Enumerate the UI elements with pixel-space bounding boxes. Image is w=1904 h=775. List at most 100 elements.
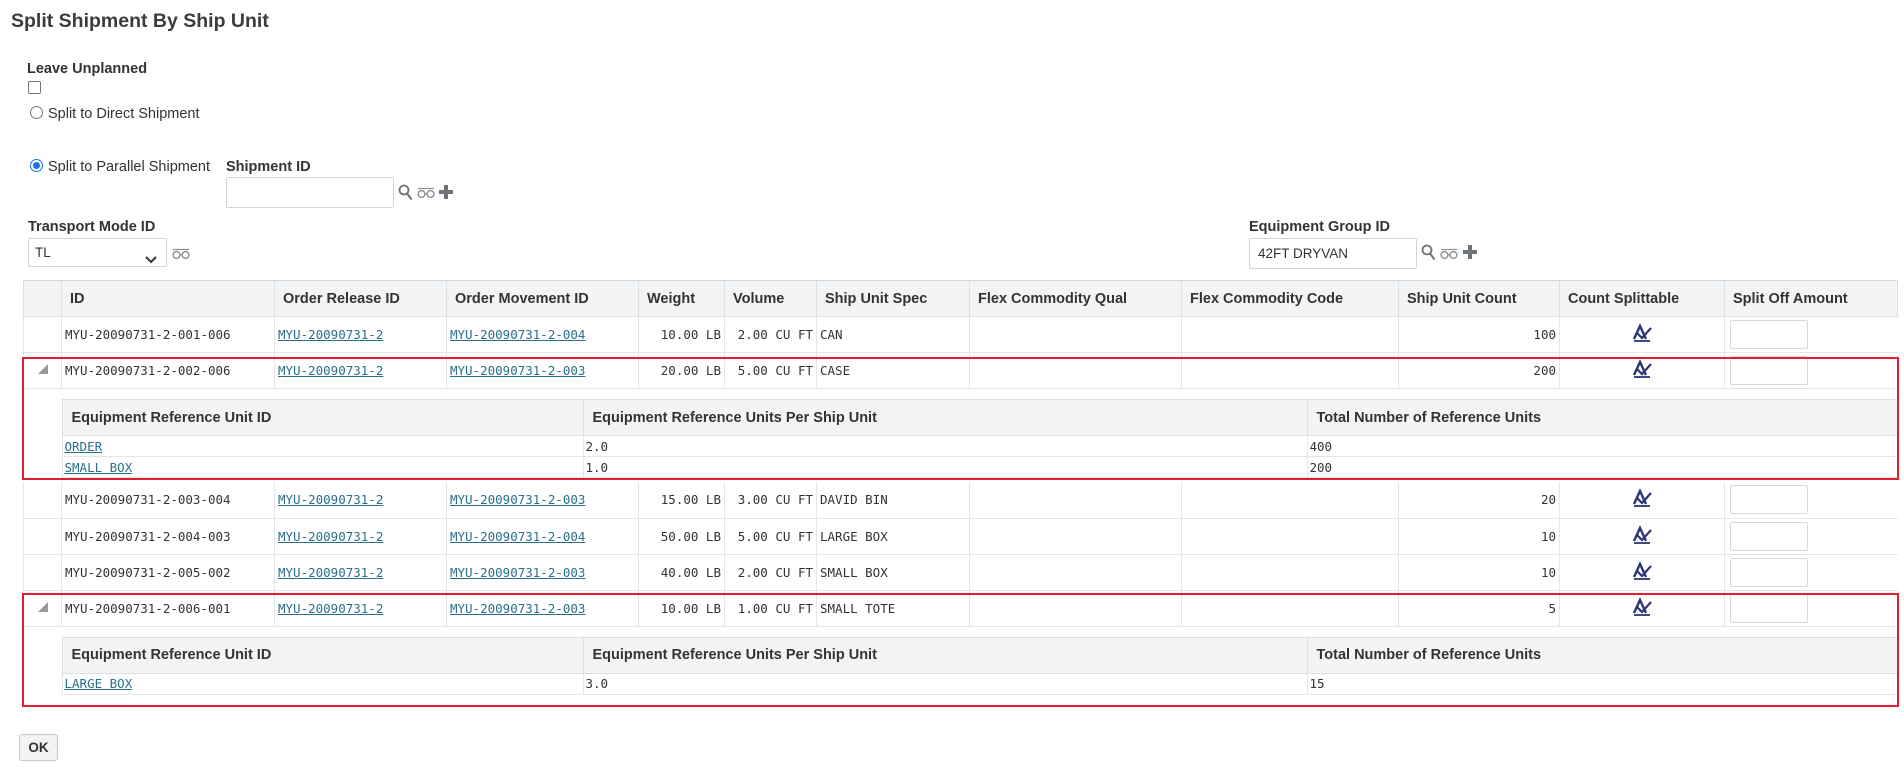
count-splittable-icon[interactable] <box>1631 488 1653 511</box>
weight-cell: 10.00 LB <box>638 590 725 627</box>
order-release-link[interactable]: MYU-20090731-2 <box>278 492 383 507</box>
flex-qual-cell <box>969 554 1182 591</box>
count-splittable-icon[interactable] <box>1631 359 1653 382</box>
order-movement-link[interactable]: MYU-20090731-2-004 <box>450 327 585 342</box>
row-expander[interactable] <box>23 352 62 389</box>
ship-unit-id: MYU-20090731-2-005-002 <box>61 554 275 591</box>
volume-cell: 1.00 CU FT <box>724 590 817 627</box>
ship-unit-spec-cell: SMALL TOTE <box>816 590 970 627</box>
order-movement-link[interactable]: MYU-20090731-2-003 <box>450 363 585 378</box>
order-release-link[interactable]: MYU-20090731-2 <box>278 327 383 342</box>
flex-code-cell <box>1181 482 1399 519</box>
col-equipment-reference-unit-id: Equipment Reference Unit ID <box>61 399 584 436</box>
ship-unit-count-cell: 10 <box>1398 554 1560 591</box>
triangle-expanded-icon[interactable] <box>37 364 49 378</box>
transport-mode-value: TL <box>35 245 51 260</box>
order-release-link[interactable]: MYU-20090731-2 <box>278 601 383 616</box>
table-row: MYU-20090731-2-006-001 MYU-20090731-2 MY… <box>23 590 1898 627</box>
leave-unplanned-checkbox[interactable] <box>28 81 41 94</box>
col-order-release-id[interactable]: Order Release ID <box>274 280 447 317</box>
split-off-cell <box>1724 352 1898 389</box>
col-equipment-reference-unit-id: Equipment Reference Unit ID <box>61 636 584 674</box>
col-order-movement-id[interactable]: Order Movement ID <box>446 280 639 317</box>
ship-unit-spec-cell: DAVID BIN <box>816 482 970 519</box>
col-total-reference-units: Total Number of Reference Units <box>1306 636 1899 674</box>
split-direct-radio[interactable] <box>30 106 43 119</box>
ok-button[interactable]: OK <box>19 734 58 761</box>
shipment-id-input[interactable] <box>226 177 394 208</box>
row-expander[interactable] <box>23 590 62 627</box>
detail-header-row: Equipment Reference Unit ID Equipment Re… <box>61 399 1899 436</box>
col-ship-unit-spec[interactable]: Ship Unit Spec <box>816 280 970 317</box>
equipment-reference-unit-link[interactable]: ORDER <box>65 439 103 454</box>
count-splittable-cell <box>1559 554 1725 591</box>
split-off-amount-input[interactable] <box>1730 485 1808 515</box>
order-release-link[interactable]: MYU-20090731-2 <box>278 565 383 580</box>
magnifier-icon[interactable] <box>1421 244 1436 266</box>
ship-unit-count-cell: 100 <box>1398 316 1560 353</box>
split-off-amount-input[interactable] <box>1730 593 1808 623</box>
col-units-per-ship-unit: Equipment Reference Units Per Ship Unit <box>582 636 1308 674</box>
split-off-amount-input[interactable] <box>1730 320 1808 349</box>
equipment-reference-unit-link[interactable]: LARGE BOX <box>65 676 133 691</box>
list-item: LARGE BOX 3.0 15 <box>61 672 1899 695</box>
ship-unit-id: MYU-20090731-2-001-006 <box>61 316 275 353</box>
split-parallel-radio[interactable] <box>30 159 43 172</box>
col-flex-commodity-code[interactable]: Flex Commodity Code <box>1181 280 1399 317</box>
split-off-amount-input[interactable] <box>1730 356 1808 385</box>
glasses-icon[interactable] <box>172 247 190 265</box>
glasses-icon[interactable] <box>1440 247 1458 265</box>
ship-unit-count-cell: 10 <box>1398 518 1560 555</box>
split-off-cell <box>1724 482 1898 519</box>
total-reference-units-cell: 200 <box>1306 456 1899 478</box>
col-flex-commodity-qual[interactable]: Flex Commodity Qual <box>969 280 1182 317</box>
count-splittable-cell <box>1559 482 1725 519</box>
flex-code-cell <box>1181 316 1399 353</box>
col-ship-unit-count[interactable]: Ship Unit Count <box>1398 280 1560 317</box>
count-splittable-icon[interactable] <box>1631 524 1653 548</box>
units-per-ship-unit-cell: 3.0 <box>582 672 1308 695</box>
volume-cell: 2.00 CU FT <box>724 316 817 353</box>
order-release-link[interactable]: MYU-20090731-2 <box>278 529 383 544</box>
units-per-ship-unit-cell: 2.0 <box>582 435 1308 457</box>
count-splittable-icon[interactable] <box>1631 560 1653 584</box>
split-direct-label: Split to Direct Shipment <box>48 106 200 122</box>
list-item: SMALL BOX 1.0 200 <box>61 456 1899 478</box>
row-expander <box>23 482 62 519</box>
col-volume[interactable]: Volume <box>724 280 817 317</box>
equipment-reference-table: Equipment Reference Unit ID Equipment Re… <box>61 636 1899 695</box>
order-release-link[interactable]: MYU-20090731-2 <box>278 363 383 378</box>
units-per-ship-unit-cell: 1.0 <box>582 456 1308 478</box>
transport-mode-select[interactable]: TL <box>28 238 167 267</box>
col-id[interactable]: ID <box>61 280 275 317</box>
flex-code-cell <box>1181 590 1399 627</box>
glasses-icon[interactable] <box>417 186 435 204</box>
col-count-splittable[interactable]: Count Splittable <box>1559 280 1725 317</box>
equipment-reference-unit-link[interactable]: SMALL BOX <box>65 460 133 475</box>
magnifier-icon[interactable] <box>398 184 413 206</box>
flex-code-cell <box>1181 518 1399 555</box>
weight-cell: 20.00 LB <box>638 352 725 389</box>
row-expander <box>23 554 62 591</box>
plus-icon[interactable] <box>438 184 454 205</box>
order-movement-link[interactable]: MYU-20090731-2-003 <box>450 601 585 616</box>
order-movement-link[interactable]: MYU-20090731-2-003 <box>450 492 585 507</box>
order-movement-link[interactable]: MYU-20090731-2-003 <box>450 565 585 580</box>
plus-icon[interactable] <box>1462 244 1478 265</box>
triangle-expanded-icon[interactable] <box>37 601 49 616</box>
col-split-off-amount[interactable]: Split Off Amount <box>1724 280 1898 317</box>
volume-cell: 5.00 CU FT <box>724 518 817 555</box>
col-weight[interactable]: Weight <box>638 280 725 317</box>
ship-unit-table: ID Order Release ID Order Movement ID We… <box>23 280 1899 699</box>
equipment-group-input[interactable] <box>1249 238 1417 269</box>
count-splittable-icon[interactable] <box>1631 323 1653 346</box>
ship-unit-count-cell: 20 <box>1398 482 1560 519</box>
split-off-amount-input[interactable] <box>1730 521 1808 551</box>
page-title: Split Shipment By Ship Unit <box>11 10 269 32</box>
count-splittable-cell <box>1559 316 1725 353</box>
order-movement-link[interactable]: MYU-20090731-2-004 <box>450 529 585 544</box>
ship-unit-count-cell: 200 <box>1398 352 1560 389</box>
split-parallel-label: Split to Parallel Shipment <box>48 159 210 175</box>
split-off-amount-input[interactable] <box>1730 557 1808 587</box>
count-splittable-icon[interactable] <box>1631 596 1653 620</box>
